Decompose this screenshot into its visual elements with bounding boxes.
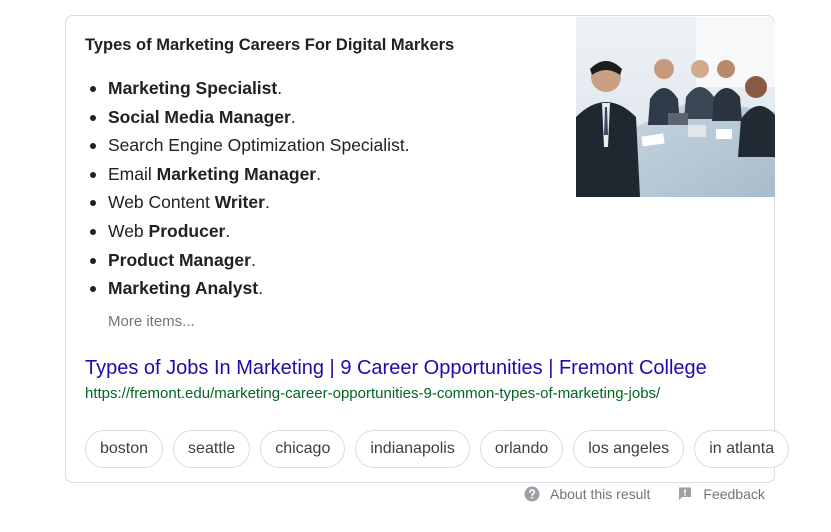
bullet-icon [90,114,96,121]
bullet-icon [90,200,96,207]
feedback-button[interactable]: Feedback [677,486,765,502]
feedback-label: Feedback [703,486,765,502]
result-footer: About this result Feedback [524,486,765,502]
feedback-flag-icon [679,487,692,500]
list-item: Web Producer. [85,217,410,246]
chip-in-atlanta[interactable]: in atlanta [694,430,790,468]
help-circle-icon [524,486,540,502]
more-items-link[interactable]: More items... [108,313,195,330]
chip-chicago[interactable]: chicago [260,430,346,468]
chip-orlando[interactable]: orlando [479,430,564,468]
list-item: Marketing Analyst. [85,274,410,303]
list-item: Web Content Writer. [85,188,410,217]
chip-seattle[interactable]: seattle [173,430,251,468]
result-title-link[interactable]: Types of Jobs In Marketing | 9 Career Op… [85,357,707,380]
result-url: https://fremont.edu/marketing-career-opp… [85,385,661,402]
bullet-icon [90,286,96,293]
list-item: Marketing Specialist. [85,74,410,103]
snippet-title: Types of Marketing Careers For Digital M… [85,36,455,54]
bullet-icon [90,143,96,150]
list-item: Social Media Manager. [85,103,410,132]
bullet-icon [90,228,96,235]
chip-boston[interactable]: boston [85,430,164,468]
list-item: Product Manager. [85,246,410,275]
chip-indianapolis[interactable]: indianapolis [355,430,470,468]
list-item: Search Engine Optimization Specialist. [85,131,410,160]
related-searches-chips: boston seattle chicago indianapolis orla… [85,430,790,468]
bullet-icon [90,86,96,92]
about-this-result-button[interactable]: About this result [524,486,650,502]
list-item: Email Marketing Manager. [85,160,410,189]
about-this-result-label: About this result [550,486,651,502]
bullet-icon [90,171,96,178]
snippet-list: Marketing Specialist. Social Media Manag… [85,74,410,303]
featured-snippet-card: Types of Marketing Careers For Digital M… [65,15,790,483]
chip-los-angeles[interactable]: los angeles [573,430,685,468]
snippet-thumbnail-image[interactable] [576,17,775,197]
bullet-icon [90,257,96,264]
